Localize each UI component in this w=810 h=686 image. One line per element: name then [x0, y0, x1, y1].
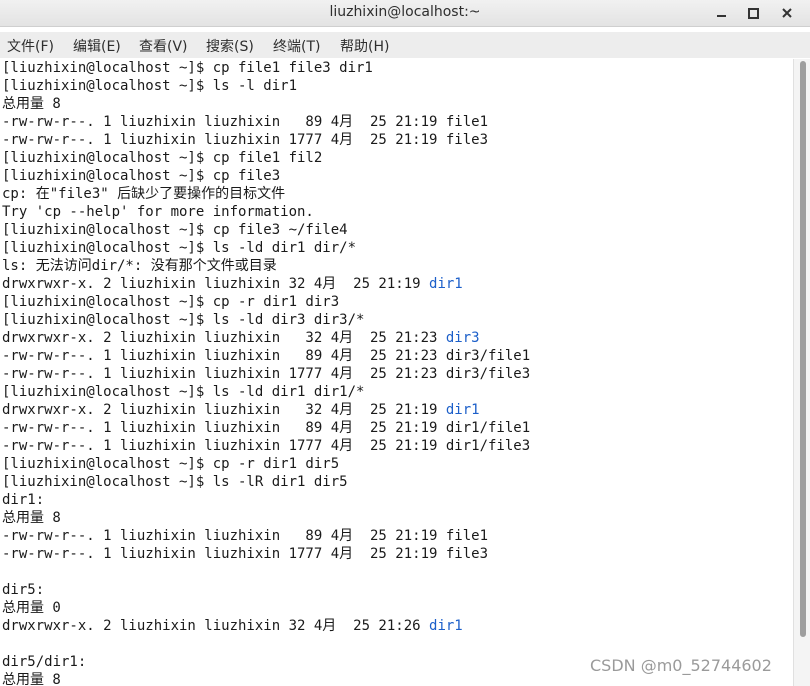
terminal-line: 总用量 8: [2, 509, 61, 527]
directory-name: dir3: [445, 330, 480, 346]
menu-view[interactable]: 查看(V): [139, 36, 188, 56]
terminal-text: -rw-rw-r--. 1 liuzhixin liuzhixin 89 4月 …: [2, 114, 489, 130]
terminal-text: -rw-rw-r--. 1 liuzhixin liuzhixin 89 4月 …: [2, 528, 489, 544]
terminal-line: 总用量 8: [2, 95, 61, 113]
terminal-text: drwxrwxr-x. 2 liuzhixin liuzhixin 32 4月 …: [2, 402, 446, 418]
terminal-text: cp: 在"file3" 后缺少了要操作的目标文件: [2, 186, 286, 202]
terminal-text: dir5/dir1:: [2, 654, 87, 670]
terminal-line: [liuzhixin@localhost ~]$ cp file1 fil2: [2, 149, 322, 167]
menu-terminal[interactable]: 终端(T): [273, 36, 320, 56]
terminal-text: 总用量 8: [2, 96, 61, 112]
terminal-text: 总用量 8: [2, 510, 61, 526]
window-title: liuzhixin@localhost:~: [329, 4, 481, 20]
terminal-line: dir5:: [2, 581, 44, 599]
menu-file[interactable]: 文件(F): [7, 36, 54, 56]
terminal-line: dir5/dir1:: [2, 653, 86, 671]
directory-name: dir1: [445, 402, 480, 418]
directory-name: dir1: [429, 276, 463, 292]
terminal-line: 总用量 0: [2, 599, 61, 617]
terminal-line: drwxrwxr-x. 2 liuzhixin liuzhixin 32 4月 …: [2, 401, 480, 419]
terminal-text: -rw-rw-r--. 1 liuzhixin liuzhixin 1777 4…: [2, 546, 489, 562]
scrollbar-thumb[interactable]: [800, 61, 806, 637]
terminal-line: -rw-rw-r--. 1 liuzhixin liuzhixin 89 4月 …: [2, 527, 488, 545]
terminal-line: [liuzhixin@localhost ~]$ cp file3: [2, 167, 280, 185]
terminal-text: [liuzhixin@localhost ~]$ cp file3 ~/file…: [2, 222, 348, 238]
terminal-line: dir1:: [2, 491, 44, 509]
terminal-line: -rw-rw-r--. 1 liuzhixin liuzhixin 89 4月 …: [2, 419, 530, 437]
terminal-text: [liuzhixin@localhost ~]$ ls -ld dir1 dir…: [2, 240, 357, 256]
close-icon[interactable]: [772, 0, 802, 26]
title-bar: liuzhixin@localhost:~: [0, 0, 810, 27]
terminal-text: -rw-rw-r--. 1 liuzhixin liuzhixin 1777 4…: [2, 438, 531, 454]
terminal-line: 总用量 8: [2, 671, 61, 686]
terminal-text: 总用量 0: [2, 600, 61, 616]
terminal-line: [liuzhixin@localhost ~]$ ls -ld dir3 dir…: [2, 311, 364, 329]
menu-help[interactable]: 帮助(H): [340, 36, 389, 56]
terminal-text: drwxrwxr-x. 2 liuzhixin liuzhixin 32 4月 …: [2, 330, 446, 346]
menu-edit[interactable]: 编辑(E): [73, 36, 121, 56]
terminal-line: -rw-rw-r--. 1 liuzhixin liuzhixin 89 4月 …: [2, 113, 488, 131]
terminal-line: Try 'cp --help' for more information.: [2, 203, 314, 221]
terminal-line: ls: 无法访问dir/*: 没有那个文件或目录: [2, 257, 277, 275]
terminal-text: dir5:: [2, 582, 45, 598]
terminal-line: -rw-rw-r--. 1 liuzhixin liuzhixin 89 4月 …: [2, 347, 530, 365]
terminal-line: -rw-rw-r--. 1 liuzhixin liuzhixin 1777 4…: [2, 131, 488, 149]
terminal-line: [liuzhixin@localhost ~]$ cp -r dir1 dir5: [2, 455, 339, 473]
scrollbar[interactable]: [793, 59, 810, 686]
terminal-text: [liuzhixin@localhost ~]$ ls -l dir1: [2, 78, 298, 94]
terminal-text: [liuzhixin@localhost ~]$ cp -r dir1 dir5: [2, 456, 340, 472]
terminal-line: -rw-rw-r--. 1 liuzhixin liuzhixin 1777 4…: [2, 545, 488, 563]
terminal-text: [liuzhixin@localhost ~]$ ls -ld dir1 dir…: [2, 384, 365, 400]
minimize-icon[interactable]: [706, 0, 736, 26]
terminal-output[interactable]: [liuzhixin@localhost ~]$ cp file1 file3 …: [0, 59, 793, 686]
menu-bar: 文件(F) 编辑(E) 查看(V) 搜索(S) 终端(T) 帮助(H): [0, 32, 810, 58]
terminal-line: [liuzhixin@localhost ~]$ cp file1 file3 …: [2, 59, 373, 77]
terminal-text: [liuzhixin@localhost ~]$ cp file1 fil2: [2, 150, 323, 166]
terminal-text: drwxrwxr-x. 2 liuzhixin liuzhixin 32 4月 …: [2, 276, 430, 292]
terminal-text: [liuzhixin@localhost ~]$ ls -lR dir1 dir…: [2, 474, 348, 490]
terminal-text: dir1:: [2, 492, 45, 508]
terminal-line: [liuzhixin@localhost ~]$ ls -ld dir1 dir…: [2, 383, 364, 401]
terminal-line: [liuzhixin@localhost ~]$ ls -lR dir1 dir…: [2, 473, 348, 491]
terminal-text: -rw-rw-r--. 1 liuzhixin liuzhixin 1777 4…: [2, 132, 489, 148]
terminal-line: cp: 在"file3" 后缺少了要操作的目标文件: [2, 185, 285, 203]
terminal-text: Try 'cp --help' for more information.: [2, 204, 314, 220]
directory-name: dir1: [429, 618, 463, 634]
terminal-text: [liuzhixin@localhost ~]$ cp file3: [2, 168, 281, 184]
terminal-line: [liuzhixin@localhost ~]$ ls -ld dir1 dir…: [2, 239, 356, 257]
terminal-text: 总用量 8: [2, 672, 61, 686]
terminal-text: [liuzhixin@localhost ~]$ cp -r dir1 dir3: [2, 294, 340, 310]
terminal-text: -rw-rw-r--. 1 liuzhixin liuzhixin 89 4月 …: [2, 348, 531, 364]
terminal-text: [liuzhixin@localhost ~]$ ls -ld dir3 dir…: [2, 312, 365, 328]
terminal-line: -rw-rw-r--. 1 liuzhixin liuzhixin 1777 4…: [2, 437, 530, 455]
terminal-text: -rw-rw-r--. 1 liuzhixin liuzhixin 1777 4…: [2, 366, 531, 382]
menu-search[interactable]: 搜索(S): [206, 36, 254, 56]
watermark: CSDN @m0_52744602: [590, 656, 772, 675]
terminal-line: [liuzhixin@localhost ~]$ cp -r dir1 dir3: [2, 293, 339, 311]
maximize-icon[interactable]: [738, 0, 768, 26]
terminal-line: drwxrwxr-x. 2 liuzhixin liuzhixin 32 4月 …: [2, 329, 480, 347]
terminal-line: -rw-rw-r--. 1 liuzhixin liuzhixin 1777 4…: [2, 365, 530, 383]
terminal-text: -rw-rw-r--. 1 liuzhixin liuzhixin 89 4月 …: [2, 420, 531, 436]
terminal-line: drwxrwxr-x. 2 liuzhixin liuzhixin 32 4月 …: [2, 275, 463, 293]
terminal-text: ls: 无法访问dir/*: 没有那个文件或目录: [2, 258, 277, 274]
terminal-text: drwxrwxr-x. 2 liuzhixin liuzhixin 32 4月 …: [2, 618, 430, 634]
terminal-line: [liuzhixin@localhost ~]$ cp file3 ~/file…: [2, 221, 348, 239]
terminal-line: [liuzhixin@localhost ~]$ ls -l dir1: [2, 77, 297, 95]
terminal-line: drwxrwxr-x. 2 liuzhixin liuzhixin 32 4月 …: [2, 617, 463, 635]
terminal-text: [liuzhixin@localhost ~]$ cp file1 file3 …: [2, 60, 373, 76]
